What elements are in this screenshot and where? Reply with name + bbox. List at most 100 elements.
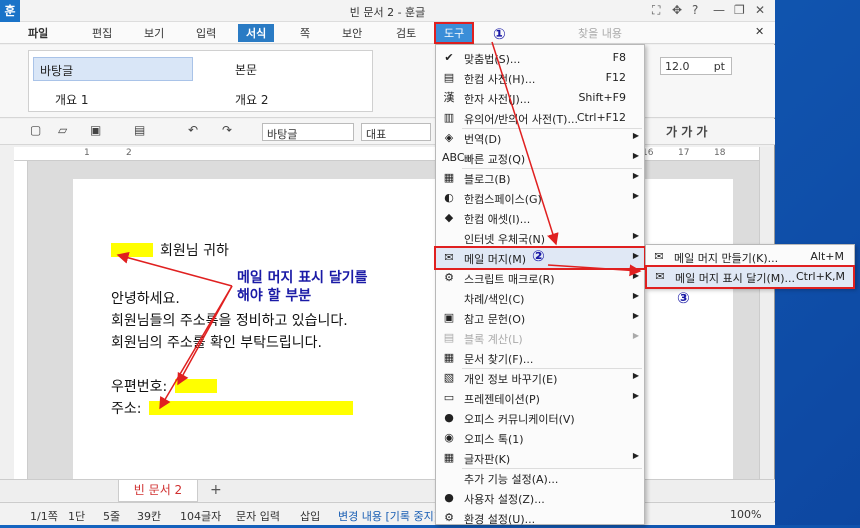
menu-review[interactable]: 검토 <box>396 25 416 41</box>
new-doc-icon[interactable]: ▢ <box>30 123 41 137</box>
font-combo[interactable]: 대표 <box>361 123 431 141</box>
menu-item[interactable]: 추가 기능 설정(A)... <box>436 468 644 488</box>
submenu-item-create[interactable]: ✉ 메일 머지 만들기(K)... Alt+M <box>646 247 854 267</box>
highlight-address <box>149 401 353 415</box>
menu-item-label: 추가 기능 설정(A)... <box>464 473 559 486</box>
bold-italic-underline[interactable]: 가 가 가 <box>666 123 707 140</box>
style-item[interactable]: 본문 <box>229 61 257 78</box>
redo-icon[interactable]: ↷ <box>222 123 232 137</box>
menu-item[interactable]: ⚙ 스크립트 매크로(R) ▶ <box>436 268 644 288</box>
menu-item[interactable]: ABC 빠른 교정(Q) ▶ <box>436 148 644 168</box>
menu-item[interactable]: ▭ 프레젠테이션(P) ▶ <box>436 388 644 408</box>
style-gallery: 바탕글 본문 개요 1 개요 2 <box>28 50 373 112</box>
menu-item[interactable]: ▥ 유의어/반의어 사전(T)... Ctrl+F12 <box>436 108 644 128</box>
doc-line: 우편번호: <box>111 379 168 395</box>
menu-item[interactable]: ● 오피스 커뮤니케이터(V) <box>436 408 644 428</box>
menu-item-icon: ABC <box>442 151 465 164</box>
menu-item[interactable]: ◐ 한컴스페이스(G) ▶ <box>436 188 644 208</box>
menu-item[interactable]: ◆ 한컴 애셋(I)... <box>436 208 644 228</box>
menu-item[interactable]: 차례/색인(C) ▶ <box>436 288 644 308</box>
menu-item-icon: ▤ <box>443 71 455 84</box>
status-section: 1단 <box>68 510 86 523</box>
submenu-arrow-icon: ▶ <box>632 331 639 340</box>
style-item[interactable]: 개요 1 <box>55 91 89 108</box>
menu-edit[interactable]: 편집 <box>92 25 112 41</box>
search-input[interactable]: 찾을 내용 <box>560 25 750 41</box>
move-icon[interactable]: ✥ <box>672 3 682 17</box>
submenu-arrow-icon: ▶ <box>632 371 639 380</box>
undo-icon[interactable]: ↶ <box>188 123 198 137</box>
menu-item[interactable]: ▤ 블록 계산(L) ▶ <box>436 328 644 348</box>
menu-item[interactable]: ▦ 블로그(B) ▶ <box>436 168 644 188</box>
doc-line: 회원님의 주소를 확인 부탁드립니다. <box>111 335 322 351</box>
menu-item-label: 블로그(B) <box>464 173 511 186</box>
submenu-arrow-icon: ▶ <box>632 271 639 280</box>
minimize-button[interactable]: — <box>713 3 725 17</box>
menu-item[interactable]: 인터넷 우체국(N) ▶ <box>436 228 644 248</box>
style-item[interactable]: 개요 2 <box>229 91 269 108</box>
menu-tools[interactable]: 도구 <box>433 22 475 44</box>
submenu-arrow-icon: ▶ <box>632 131 639 140</box>
menu-item-shortcut: F8 <box>612 51 626 64</box>
doc-tab[interactable]: 빈 문서 2 <box>118 480 198 502</box>
menu-security[interactable]: 보안 <box>342 25 362 41</box>
menubar-close-icon[interactable]: ✕ <box>755 25 764 38</box>
toolbar: ▢ ▱ ▣ ▤ ↶ ↷ 바탕글 대표 가 가 가 <box>0 119 775 145</box>
document-tab-bar: 빈 문서 2 + <box>0 479 775 502</box>
status-zoom[interactable]: 100% <box>730 508 761 521</box>
menu-item-icon: ▭ <box>443 391 455 404</box>
close-button[interactable]: ✕ <box>755 3 765 17</box>
menu-item[interactable]: ▦ 글자판(K) ▶ <box>436 448 644 468</box>
menu-item[interactable]: ▣ 참고 문헌(O) ▶ <box>436 308 644 328</box>
status-mode[interactable]: 문자 입력 <box>236 508 280 524</box>
menu-item-icon: ⚙ <box>444 271 454 284</box>
menu-item-icon: ▤ <box>443 331 455 344</box>
vertical-ruler <box>14 161 28 479</box>
menu-page[interactable]: 쪽 <box>300 25 310 41</box>
help-icon[interactable]: ? <box>692 3 698 17</box>
menu-view[interactable]: 보기 <box>144 25 164 41</box>
menu-item-shortcut: F12 <box>605 71 626 84</box>
font-size-combo[interactable]: 12.0 pt <box>660 57 732 75</box>
vertical-scrollbar[interactable] <box>759 147 774 479</box>
menu-item-icon <box>442 471 456 485</box>
save-icon[interactable]: ▣ <box>90 123 101 137</box>
status-line: 5줄 <box>103 510 121 523</box>
menu-item-label: 빠른 교정(Q) <box>464 153 526 166</box>
menu-item-icon: ✉ <box>444 251 454 264</box>
submenu-item-mark[interactable]: ✉ 메일 머지 표시 달기(M)... Ctrl+K,M <box>645 265 855 289</box>
menu-item[interactable]: ▤ 한컴 사전(H)... F12 <box>436 68 644 88</box>
menu-file[interactable]: 파일 <box>28 25 48 41</box>
menu-item[interactable]: ▧ 개인 정보 바꾸기(E) ▶ <box>436 368 644 388</box>
style-combo[interactable]: 바탕글 <box>262 123 354 141</box>
menu-item-label: 글자판(K) <box>464 453 511 466</box>
status-chars: 104글자 <box>180 510 222 523</box>
status-insert[interactable]: 삽입 <box>300 508 320 524</box>
menu-format[interactable]: 서식 <box>238 24 275 42</box>
menu-item[interactable]: ◈ 번역(D) ▶ <box>436 128 644 148</box>
menu-insert[interactable]: 입력 <box>196 25 216 41</box>
menu-item[interactable]: ● 사용자 설정(Z)... <box>436 488 644 508</box>
restore-button[interactable]: ❐ <box>734 3 745 17</box>
menu-item[interactable]: ▦ 문서 찾기(F)... <box>436 348 644 368</box>
menu-item[interactable]: ✔ 맞춤법(S)... F8 <box>436 48 644 68</box>
add-tab-button[interactable]: + <box>210 482 222 498</box>
menu-item[interactable]: 漢 한자 사전(J)... Shift+F9 <box>436 88 644 108</box>
submenu-arrow-icon: ▶ <box>632 171 639 180</box>
print-icon[interactable]: ▤ <box>134 123 145 137</box>
style-item[interactable]: 바탕글 <box>33 57 193 81</box>
menu-item-shortcut: Ctrl+F12 <box>576 111 626 124</box>
fullscreen-icon[interactable]: ⛶ <box>652 3 660 18</box>
submenu-arrow-icon: ▶ <box>632 151 639 160</box>
tools-dropdown-menu: ✔ 맞춤법(S)... F8 ▤ 한컴 사전(H)... F12 漢 한자 사전(J)... S… <box>434 44 646 528</box>
status-page: 1/1쪽 <box>30 510 58 523</box>
status-track[interactable]: 변경 내용 [기록 중지] <box>338 508 438 524</box>
open-folder-icon[interactable]: ▱ <box>58 123 67 137</box>
menu-item-label: 사용자 설정(Z)... <box>464 493 545 506</box>
menu-item[interactable]: ◉ 오피스 톡(1) <box>436 428 644 448</box>
menu-item[interactable]: ⚙ 환경 설정(U)... <box>436 508 644 528</box>
menu-item-label: 스크립트 매크로(R) <box>464 273 555 286</box>
status-col: 39칸 <box>137 510 162 523</box>
menu-item-label: 맞춤법(S)... <box>464 53 521 66</box>
menu-item-label: 프레젠테이션(P) <box>464 393 540 406</box>
